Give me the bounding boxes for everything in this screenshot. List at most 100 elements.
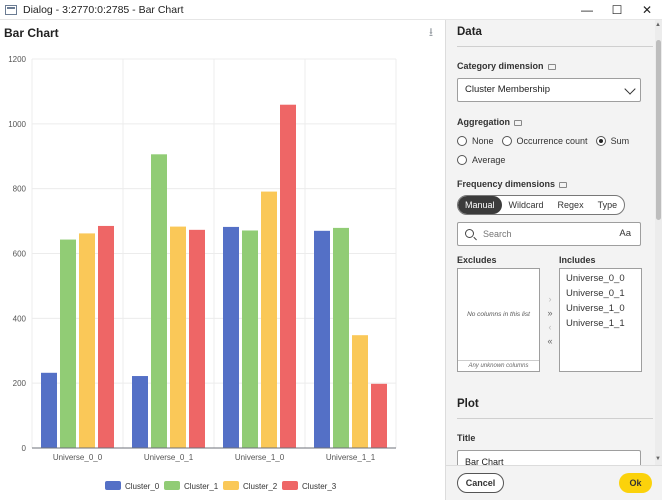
frequency-dimensions-label-text: Frequency dimensions [457, 179, 556, 189]
aggregation-option-none[interactable]: None [457, 136, 494, 146]
bar-cluster-0 [223, 226, 239, 448]
cancel-button[interactable]: Cancel [457, 473, 504, 493]
aggregation-option-label: None [472, 136, 494, 146]
aggregation-option-label: Sum [610, 136, 630, 146]
panel-scrollbar[interactable]: ▲ ▼ [655, 20, 662, 465]
legend-label: Cluster_0 [125, 482, 160, 491]
transfer-buttons: › » ‹ « [544, 292, 556, 348]
data-section-title: Data [457, 26, 482, 38]
chevron-down-icon [624, 83, 636, 95]
column-search-input[interactable] [483, 227, 603, 241]
bar-cluster-1 [242, 230, 258, 448]
legend-label: Cluster_2 [243, 482, 278, 491]
scroll-up-icon[interactable]: ▲ [655, 22, 661, 28]
aggregation-option-occurrence-count[interactable]: Occurrence count [501, 136, 588, 146]
legend-swatch [105, 481, 121, 490]
radio-selected-icon [595, 136, 606, 146]
aggregation-option-sum[interactable]: Sum [595, 136, 630, 146]
maximize-button[interactable]: ☐ [602, 0, 632, 20]
chart-view-title: Bar Chart [4, 26, 59, 40]
includes-list[interactable]: Universe_0_0 Universe_0_1 Universe_1_0 U… [559, 268, 642, 372]
description-icon[interactable] [514, 119, 522, 126]
download-icon[interactable]: ⭳ [424, 25, 438, 39]
y-tick-label: 600 [13, 250, 27, 259]
aggregation-option-average[interactable]: Average [457, 155, 505, 165]
dialog-footer: Cancel Ok [446, 465, 662, 500]
y-tick-label: 200 [13, 379, 27, 388]
legend-label: Cluster_3 [302, 482, 337, 491]
window-controls: — ☐ ✕ [572, 0, 662, 20]
bar-cluster-2 [170, 226, 186, 448]
window-title: Dialog - 3:2770:0:2785 - Bar Chart [23, 3, 184, 16]
bar-cluster-2 [352, 335, 368, 448]
description-icon[interactable] [547, 63, 556, 70]
x-tick-label: Universe_0_0 [53, 453, 103, 462]
plot-section-title: Plot [457, 398, 479, 410]
x-tick-label: Universe_1_1 [326, 453, 376, 462]
scrollbar-thumb[interactable] [656, 40, 661, 220]
list-item[interactable]: Universe_1_0 [566, 301, 635, 316]
bar-cluster-3 [189, 229, 205, 448]
list-item[interactable]: Universe_1_1 [566, 316, 635, 331]
excludes-list[interactable]: No columns in this list Any unknown colu… [457, 268, 540, 372]
list-item[interactable]: Universe_0_1 [566, 286, 635, 301]
bar-cluster-0 [41, 372, 57, 448]
legend-swatch [282, 481, 298, 490]
aggregation-option-label: Average [472, 155, 506, 165]
settings-scroll-area: Data Category dimension Cluster Membersh… [446, 20, 656, 465]
app-window-icon [5, 4, 17, 15]
bar-cluster-3 [280, 104, 296, 448]
radio-icon [457, 155, 467, 165]
scroll-down-icon[interactable]: ▼ [655, 456, 661, 462]
excludes-label: Excludes [457, 255, 497, 265]
bar-cluster-0 [314, 230, 330, 448]
ok-button[interactable]: Ok [619, 473, 652, 493]
y-tick-label: 800 [13, 185, 27, 194]
bar-cluster-3 [371, 383, 387, 448]
bar-cluster-2 [261, 191, 277, 448]
y-tick-label: 0 [22, 444, 27, 453]
bar-chart: 0 200 400 600 800 1000 1200 Universe_0_0 Univers… [8, 55, 397, 491]
excludes-empty-message: No columns in this list [467, 311, 530, 318]
close-button[interactable]: ✕ [632, 0, 662, 20]
move-all-right-icon[interactable]: » [544, 306, 556, 320]
x-tick-label: Universe_1_0 [235, 453, 285, 462]
y-tick-label: 400 [13, 314, 27, 323]
list-item[interactable]: Universe_0_0 [566, 271, 635, 286]
y-tick-label: 1000 [8, 120, 26, 129]
x-tick-label: Universe_0_1 [144, 453, 194, 462]
mode-wildcard[interactable]: Wildcard [502, 196, 551, 214]
mode-regex[interactable]: Regex [551, 196, 591, 214]
title-field-label: Title [457, 433, 476, 443]
bar-cluster-1 [60, 239, 76, 448]
settings-panel: Data Category dimension Cluster Membersh… [445, 20, 662, 500]
aggregation-option-label: Occurrence count [516, 136, 588, 146]
includes-label: Includes [559, 255, 596, 265]
legend-swatch [164, 481, 180, 490]
move-left-icon[interactable]: ‹ [544, 320, 556, 334]
aggregation-options-row-2: Average [457, 155, 513, 165]
move-all-left-icon[interactable]: « [544, 334, 556, 348]
case-sensitive-toggle[interactable]: Aa [619, 228, 631, 239]
title-input[interactable]: Bar Chart [457, 450, 641, 465]
category-dimension-label: Category dimension [457, 61, 556, 71]
column-filter-mode-toggle: Manual Wildcard Regex Type [457, 195, 626, 215]
radio-icon [457, 136, 467, 146]
bar-cluster-1 [151, 154, 167, 448]
mode-type[interactable]: Type [591, 196, 625, 214]
minimize-button[interactable]: — [572, 0, 602, 20]
search-icon [465, 229, 474, 238]
description-icon[interactable] [559, 181, 568, 188]
frequency-dimensions-label: Frequency dimensions [457, 179, 568, 189]
y-tick-label: 1200 [8, 55, 26, 64]
column-search-box: Aa [457, 222, 641, 246]
aggregation-label-text: Aggregation [457, 117, 510, 127]
move-right-icon[interactable]: › [544, 292, 556, 306]
radio-icon [501, 136, 512, 146]
legend-swatch [223, 481, 239, 490]
aggregation-options-row-1: None Occurrence count Sum [457, 136, 637, 146]
category-dimension-select[interactable]: Cluster Membership [457, 78, 641, 102]
section-divider [457, 46, 653, 47]
mode-manual[interactable]: Manual [458, 196, 502, 214]
excludes-unknown-columns: Any unknown columns [458, 360, 539, 371]
